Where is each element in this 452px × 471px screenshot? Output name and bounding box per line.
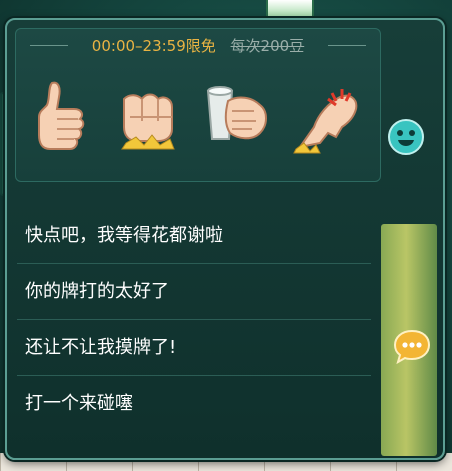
gesture-emote-box: 00:00–23:59限免 每次200豆: [15, 28, 381, 182]
promo-price: 每次200豆: [230, 37, 305, 55]
smiley-icon: [388, 119, 424, 155]
phrase-item-2[interactable]: 你的牌打的太好了: [17, 264, 371, 320]
gesture-fist-slam[interactable]: [112, 75, 184, 159]
thumbs-up-icon: [38, 81, 85, 150]
fist-slam-icon: [121, 93, 175, 150]
gesture-thumbs-up[interactable]: [26, 75, 98, 159]
phrase-item-3[interactable]: 还让不让我摸牌了!: [17, 320, 371, 376]
phrase-item-4[interactable]: 打一个来碰噻: [17, 376, 371, 431]
phrase-list: 快点吧，我等得花都谢啦 你的牌打的太好了 还让不让我摸牌了! 打一个来碰噻: [17, 208, 371, 431]
emoji-tab-button[interactable]: [387, 118, 425, 156]
table-top-tile: [266, 0, 314, 20]
phrase-item-1[interactable]: 快点吧，我等得花都谢啦: [17, 208, 371, 264]
angry-hand-icon: [293, 89, 358, 154]
ornament-left: [30, 45, 68, 46]
gesture-cup-toast[interactable]: [202, 75, 274, 159]
gesture-angry-hand[interactable]: [292, 75, 364, 159]
ornament-right: [328, 45, 366, 46]
cup-toast-icon: [206, 86, 267, 140]
promo-time: 00:00–23:59限免: [91, 37, 216, 55]
promo-banner: 00:00–23:59限免 每次200豆: [16, 35, 380, 57]
speech-bubble-icon: [393, 329, 431, 365]
quick-chat-panel: 00:00–23:59限免 每次200豆 快点吧，我等得花都谢啦 你的牌打的太好…: [5, 18, 445, 460]
phrase-tab-button[interactable]: [391, 325, 433, 367]
